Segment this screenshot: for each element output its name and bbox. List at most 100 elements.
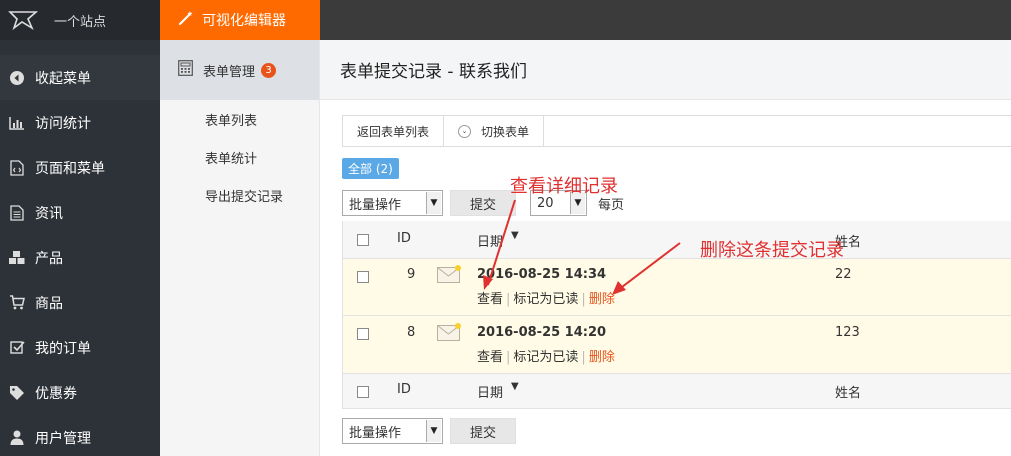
- row-name: 22: [835, 267, 852, 282]
- visual-editor-label: 可视化编辑器: [202, 13, 286, 29]
- sidebar-item-label: 页面和菜单: [35, 160, 105, 177]
- submenu-form-management[interactable]: 表单管理 3: [160, 40, 319, 100]
- sort-desc-icon[interactable]: ▼: [511, 230, 519, 241]
- bulk-action-select-bottom[interactable]: 批量操作 ▼: [342, 418, 443, 444]
- submenu-item-label: 导出提交记录: [205, 189, 284, 205]
- submenu-item-label: 表单统计: [205, 151, 258, 167]
- row-id: 8: [407, 325, 416, 340]
- select-all-checkbox[interactable]: [357, 386, 369, 398]
- table-row: 9 2016-08-25 14:34 22 查看 | 标记为已读 | 删除: [343, 259, 1011, 316]
- switch-label: 切换表单: [481, 124, 530, 139]
- sidebar: 一个站点 收起菜单 访问统计 页面和菜单 资讯 产品 商品 我的订单 优惠券 用…: [0, 0, 160, 456]
- submenu-title: 表单管理: [203, 64, 256, 80]
- bar-chart-icon: [8, 114, 26, 132]
- main-content: 表单提交记录 - 联系我们 返回表单列表 ⌄ 切换表单 全部 (2) 批量操作 …: [320, 40, 1011, 456]
- sidebar-item-orders[interactable]: 我的订单: [0, 325, 160, 370]
- sidebar-item-collapse[interactable]: 收起菜单: [0, 55, 160, 100]
- sidebar-item-coupons[interactable]: 优惠券: [0, 370, 160, 415]
- checkbox-icon: [8, 339, 26, 357]
- table-header: ID 日期 ▼ 姓名: [343, 221, 1011, 259]
- magic-wand-icon: [178, 10, 194, 30]
- sidebar-item-label: 优惠券: [35, 385, 77, 402]
- submenu-item-label: 表单列表: [205, 113, 258, 129]
- column-date[interactable]: 日期: [477, 231, 503, 250]
- calculator-icon: [178, 60, 193, 80]
- bulk-action-value: 批量操作: [349, 425, 402, 441]
- separator: |: [506, 292, 511, 307]
- chevron-down-icon: ⌄: [458, 124, 472, 138]
- sort-desc-icon[interactable]: ▼: [511, 381, 519, 392]
- sidebar-item-goods[interactable]: 商品: [0, 280, 160, 325]
- row-date: 2016-08-25 14:34: [477, 267, 607, 282]
- table-row: 8 2016-08-25 14:20 123 查看 | 标记为已读 | 删除: [343, 316, 1011, 374]
- site-logo-icon: [8, 11, 38, 31]
- bulk-submit-button[interactable]: 提交: [450, 190, 516, 216]
- unread-mail-icon: [437, 265, 461, 283]
- bulk-submit-label: 提交: [469, 197, 496, 213]
- annotation-delete-record: 删除这条提交记录: [700, 240, 844, 261]
- sidebar-item-stats[interactable]: 访问统计: [0, 100, 160, 145]
- sub-menu: 表单管理 3 表单列表 表单统计 导出提交记录: [160, 40, 320, 456]
- back-label: 返回表单列表: [357, 124, 430, 139]
- separator: |: [581, 292, 586, 307]
- toolbar: 返回表单列表 ⌄ 切换表单: [342, 115, 1011, 147]
- back-to-form-list-button[interactable]: 返回表单列表: [343, 116, 445, 146]
- bulk-action-select[interactable]: 批量操作 ▼: [342, 190, 443, 216]
- cubes-icon: [8, 249, 26, 267]
- separator: |: [581, 350, 586, 365]
- bulk-submit-button-bottom[interactable]: 提交: [450, 418, 516, 444]
- site-name: 一个站点: [54, 14, 107, 30]
- submenu-item-form-list[interactable]: 表单列表: [160, 100, 319, 138]
- row-id: 9: [407, 267, 416, 282]
- annotation-view-detail: 查看详细记录: [510, 176, 618, 197]
- sidebar-item-label: 商品: [35, 295, 63, 312]
- select-all-checkbox[interactable]: [357, 234, 369, 246]
- page-header: 表单提交记录 - 联系我们: [320, 40, 1011, 100]
- bulk-action-value: 批量操作: [349, 197, 402, 213]
- delete-link[interactable]: 删除: [589, 350, 615, 365]
- brand[interactable]: 一个站点: [0, 0, 160, 40]
- sidebar-item-news[interactable]: 资讯: [0, 190, 160, 235]
- delete-link[interactable]: 删除: [589, 292, 615, 307]
- row-actions: 查看 | 标记为已读 | 删除: [477, 346, 615, 365]
- sidebar-item-products[interactable]: 产品: [0, 235, 160, 280]
- view-link[interactable]: 查看: [477, 350, 503, 365]
- sidebar-item-label: 我的订单: [35, 340, 91, 357]
- top-bar: 可视化编辑器: [160, 0, 1011, 40]
- sidebar-item-label: 用户管理: [35, 430, 91, 447]
- column-date[interactable]: 日期: [477, 382, 503, 401]
- row-actions: 查看 | 标记为已读 | 删除: [477, 288, 615, 307]
- submenu-item-export[interactable]: 导出提交记录: [160, 176, 319, 214]
- filter-all[interactable]: 全部 (2): [342, 158, 399, 179]
- table-footer-header: ID 日期 ▼ 姓名: [343, 374, 1011, 409]
- tag-icon: [8, 384, 26, 402]
- sidebar-item-pages[interactable]: 页面和菜单: [0, 145, 160, 190]
- select-caret-icon: ▼: [426, 420, 441, 442]
- row-name: 123: [835, 325, 860, 340]
- mark-read-link[interactable]: 标记为已读: [513, 292, 578, 307]
- sidebar-item-label: 收起菜单: [35, 70, 91, 87]
- document-icon: [8, 204, 26, 222]
- visual-editor-tab[interactable]: 可视化编辑器: [160, 0, 320, 40]
- row-date: 2016-08-25 14:20: [477, 325, 607, 340]
- mark-read-link[interactable]: 标记为已读: [513, 350, 578, 365]
- view-link[interactable]: 查看: [477, 292, 503, 307]
- cart-icon: [8, 294, 26, 312]
- row-checkbox[interactable]: [357, 271, 369, 283]
- collapse-icon: [8, 69, 26, 87]
- column-id: ID: [397, 382, 411, 397]
- page-title: 表单提交记录 - 联系我们: [340, 62, 527, 82]
- page-code-icon: [8, 159, 26, 177]
- sidebar-item-users[interactable]: 用户管理: [0, 415, 160, 456]
- bulk-submit-label: 提交: [469, 425, 496, 441]
- row-checkbox[interactable]: [357, 328, 369, 340]
- records-table: ID 日期 ▼ 姓名 9 2016-08-25 14:34 22 查看 | 标记为已…: [342, 221, 1011, 409]
- column-id: ID: [397, 231, 411, 246]
- sidebar-item-label: 产品: [35, 250, 63, 267]
- switch-form-button[interactable]: ⌄ 切换表单: [444, 116, 545, 146]
- filter-all-label: 全部 (2): [348, 162, 393, 176]
- sidebar-item-label: 资讯: [35, 205, 63, 222]
- submenu-item-form-stats[interactable]: 表单统计: [160, 138, 319, 176]
- user-icon: [8, 429, 26, 447]
- select-caret-icon: ▼: [426, 192, 441, 214]
